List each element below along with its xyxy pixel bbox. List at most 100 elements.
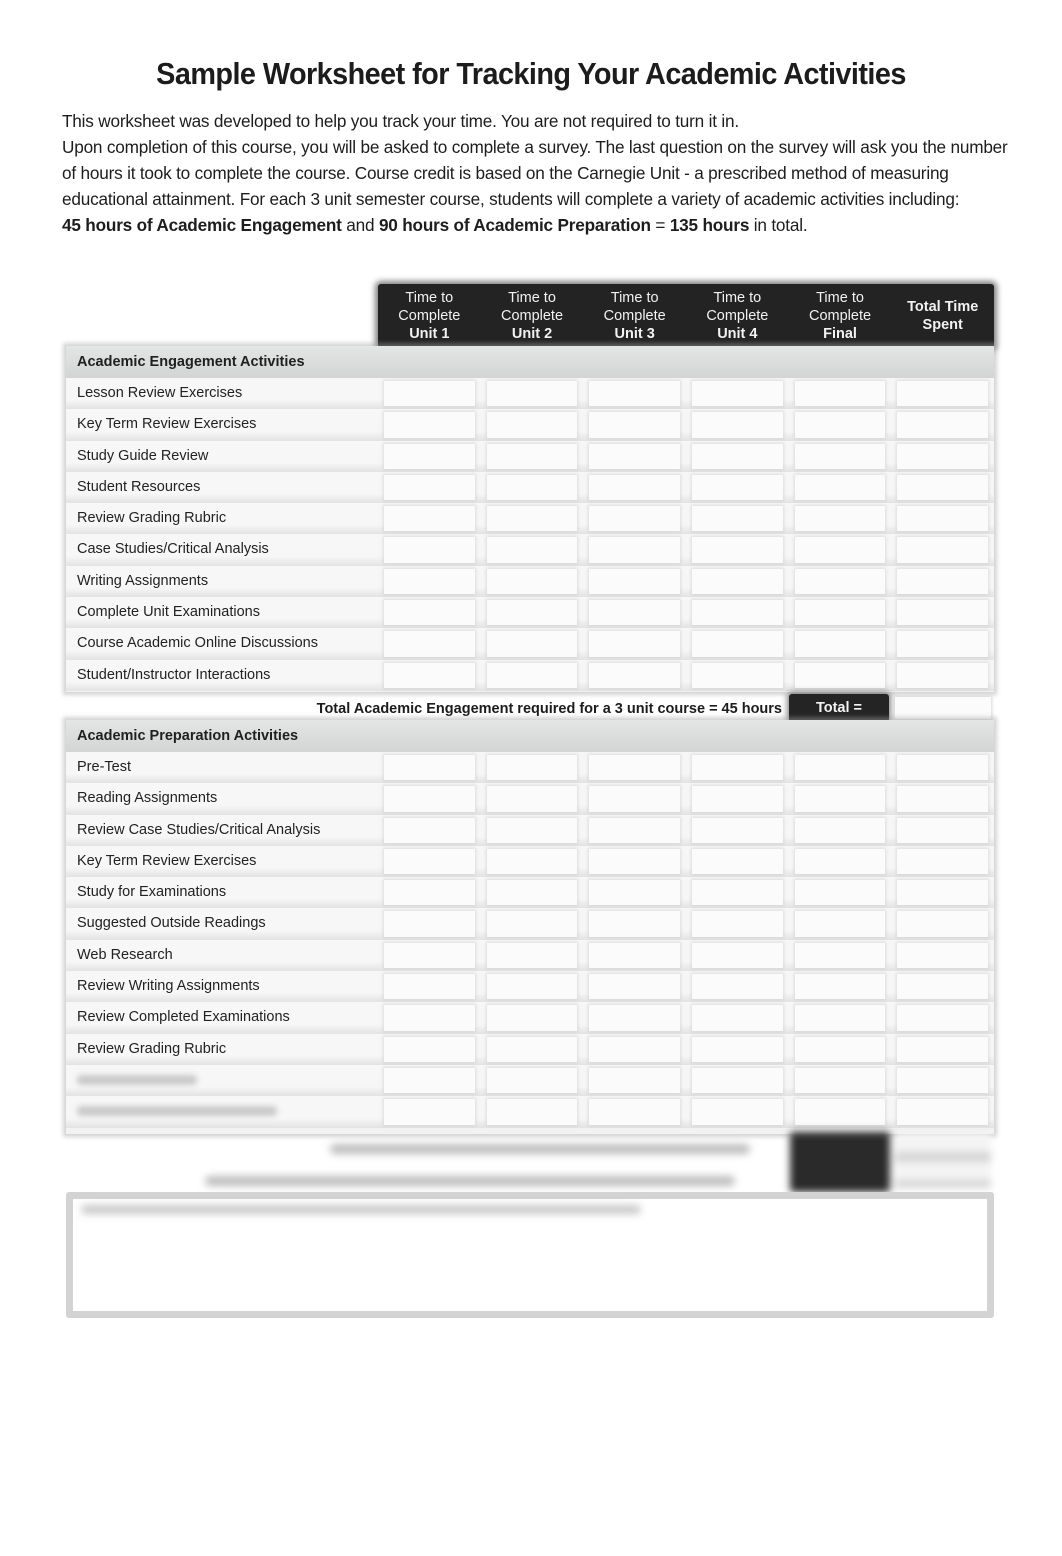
time-entry-cell[interactable]: [794, 911, 886, 937]
time-entry-cell[interactable]: [897, 537, 989, 563]
time-entry-cell[interactable]: [692, 443, 783, 469]
time-entry-cell[interactable]: [486, 848, 578, 875]
time-entry-cell[interactable]: [692, 880, 783, 906]
time-entry-cell[interactable]: [692, 942, 783, 969]
time-entry-cell[interactable]: [589, 786, 681, 812]
time-entry-cell[interactable]: [589, 817, 681, 843]
time-entry-cell[interactable]: [589, 631, 681, 657]
time-entry-cell[interactable]: [486, 755, 578, 781]
time-entry-cell[interactable]: [897, 474, 989, 501]
time-entry-cell[interactable]: [589, 911, 681, 937]
time-entry-cell[interactable]: [486, 443, 578, 469]
time-entry-cell[interactable]: [692, 631, 783, 657]
time-entry-cell[interactable]: [384, 600, 475, 626]
time-entry-cell[interactable]: [384, 1005, 475, 1031]
time-entry-cell[interactable]: [589, 848, 681, 875]
time-entry-cell[interactable]: [897, 1099, 989, 1125]
time-entry-cell[interactable]: [589, 1067, 681, 1094]
time-entry-cell[interactable]: [384, 880, 475, 906]
time-entry-cell[interactable]: [692, 1036, 783, 1062]
time-entry-cell[interactable]: [486, 942, 578, 969]
time-entry-cell[interactable]: [692, 381, 783, 407]
time-entry-cell[interactable]: [486, 1067, 578, 1094]
time-entry-cell[interactable]: [486, 631, 578, 657]
time-entry-cell[interactable]: [384, 1036, 475, 1062]
time-entry-cell[interactable]: [589, 1099, 681, 1125]
time-entry-cell[interactable]: [384, 412, 475, 438]
time-entry-cell[interactable]: [486, 537, 578, 563]
time-entry-cell[interactable]: [589, 443, 681, 469]
time-entry-cell[interactable]: [692, 662, 783, 688]
time-entry-cell[interactable]: [384, 631, 475, 657]
time-entry-cell[interactable]: [384, 568, 475, 595]
time-entry-cell[interactable]: [486, 662, 578, 688]
time-entry-cell[interactable]: [794, 974, 886, 1000]
time-entry-cell[interactable]: [794, 662, 886, 688]
time-entry-cell[interactable]: [384, 506, 475, 532]
time-entry-cell[interactable]: [897, 974, 989, 1000]
time-entry-cell[interactable]: [589, 568, 681, 595]
time-entry-cell[interactable]: [692, 817, 783, 843]
time-entry-cell[interactable]: [897, 662, 989, 688]
time-entry-cell[interactable]: [589, 474, 681, 501]
time-entry-cell[interactable]: [897, 568, 989, 595]
time-entry-cell[interactable]: [486, 974, 578, 1000]
time-entry-cell[interactable]: [692, 911, 783, 937]
time-entry-cell[interactable]: [794, 412, 886, 438]
time-entry-cell[interactable]: [692, 848, 783, 875]
time-entry-cell[interactable]: [897, 911, 989, 937]
time-entry-cell[interactable]: [897, 1005, 989, 1031]
time-entry-cell[interactable]: [794, 381, 886, 407]
time-entry-cell[interactable]: [384, 755, 475, 781]
time-entry-cell[interactable]: [692, 568, 783, 595]
time-entry-cell[interactable]: [384, 381, 475, 407]
time-entry-cell[interactable]: [486, 506, 578, 532]
time-entry-cell[interactable]: [794, 443, 886, 469]
time-entry-cell[interactable]: [692, 474, 783, 501]
time-entry-cell[interactable]: [486, 786, 578, 812]
time-entry-cell[interactable]: [794, 1005, 886, 1031]
time-entry-cell[interactable]: [692, 974, 783, 1000]
time-entry-cell[interactable]: [794, 506, 886, 532]
time-entry-cell[interactable]: [794, 568, 886, 595]
time-entry-cell[interactable]: [692, 600, 783, 626]
time-entry-cell[interactable]: [897, 786, 989, 812]
time-entry-cell[interactable]: [794, 1036, 886, 1062]
time-entry-cell[interactable]: [384, 974, 475, 1000]
time-entry-cell[interactable]: [794, 755, 886, 781]
time-entry-cell[interactable]: [897, 443, 989, 469]
time-entry-cell[interactable]: [589, 755, 681, 781]
time-entry-cell[interactable]: [384, 848, 475, 875]
time-entry-cell[interactable]: [692, 786, 783, 812]
time-entry-cell[interactable]: [486, 568, 578, 595]
time-entry-cell[interactable]: [486, 474, 578, 501]
time-entry-cell[interactable]: [486, 1036, 578, 1062]
time-entry-cell[interactable]: [897, 631, 989, 657]
time-entry-cell[interactable]: [486, 1099, 578, 1125]
time-entry-cell[interactable]: [589, 942, 681, 969]
time-entry-cell[interactable]: [589, 412, 681, 438]
time-entry-cell[interactable]: [486, 412, 578, 438]
time-entry-cell[interactable]: [897, 1036, 989, 1062]
time-entry-cell[interactable]: [589, 662, 681, 688]
engagement-total-field[interactable]: [895, 697, 991, 719]
time-entry-cell[interactable]: [692, 1067, 783, 1094]
time-entry-cell[interactable]: [384, 911, 475, 937]
time-entry-cell[interactable]: [794, 817, 886, 843]
time-entry-cell[interactable]: [384, 1067, 475, 1094]
time-entry-cell[interactable]: [794, 600, 886, 626]
time-entry-cell[interactable]: [897, 381, 989, 407]
time-entry-cell[interactable]: [794, 786, 886, 812]
time-entry-cell[interactable]: [589, 600, 681, 626]
time-entry-cell[interactable]: [589, 537, 681, 563]
time-entry-cell[interactable]: [897, 848, 989, 875]
time-entry-cell[interactable]: [589, 506, 681, 532]
time-entry-cell[interactable]: [384, 817, 475, 843]
time-entry-cell[interactable]: [692, 1099, 783, 1125]
time-entry-cell[interactable]: [486, 600, 578, 626]
time-entry-cell[interactable]: [486, 1005, 578, 1031]
time-entry-cell[interactable]: [384, 474, 475, 501]
time-entry-cell[interactable]: [589, 1005, 681, 1031]
time-entry-cell[interactable]: [486, 381, 578, 407]
time-entry-cell[interactable]: [384, 662, 475, 688]
